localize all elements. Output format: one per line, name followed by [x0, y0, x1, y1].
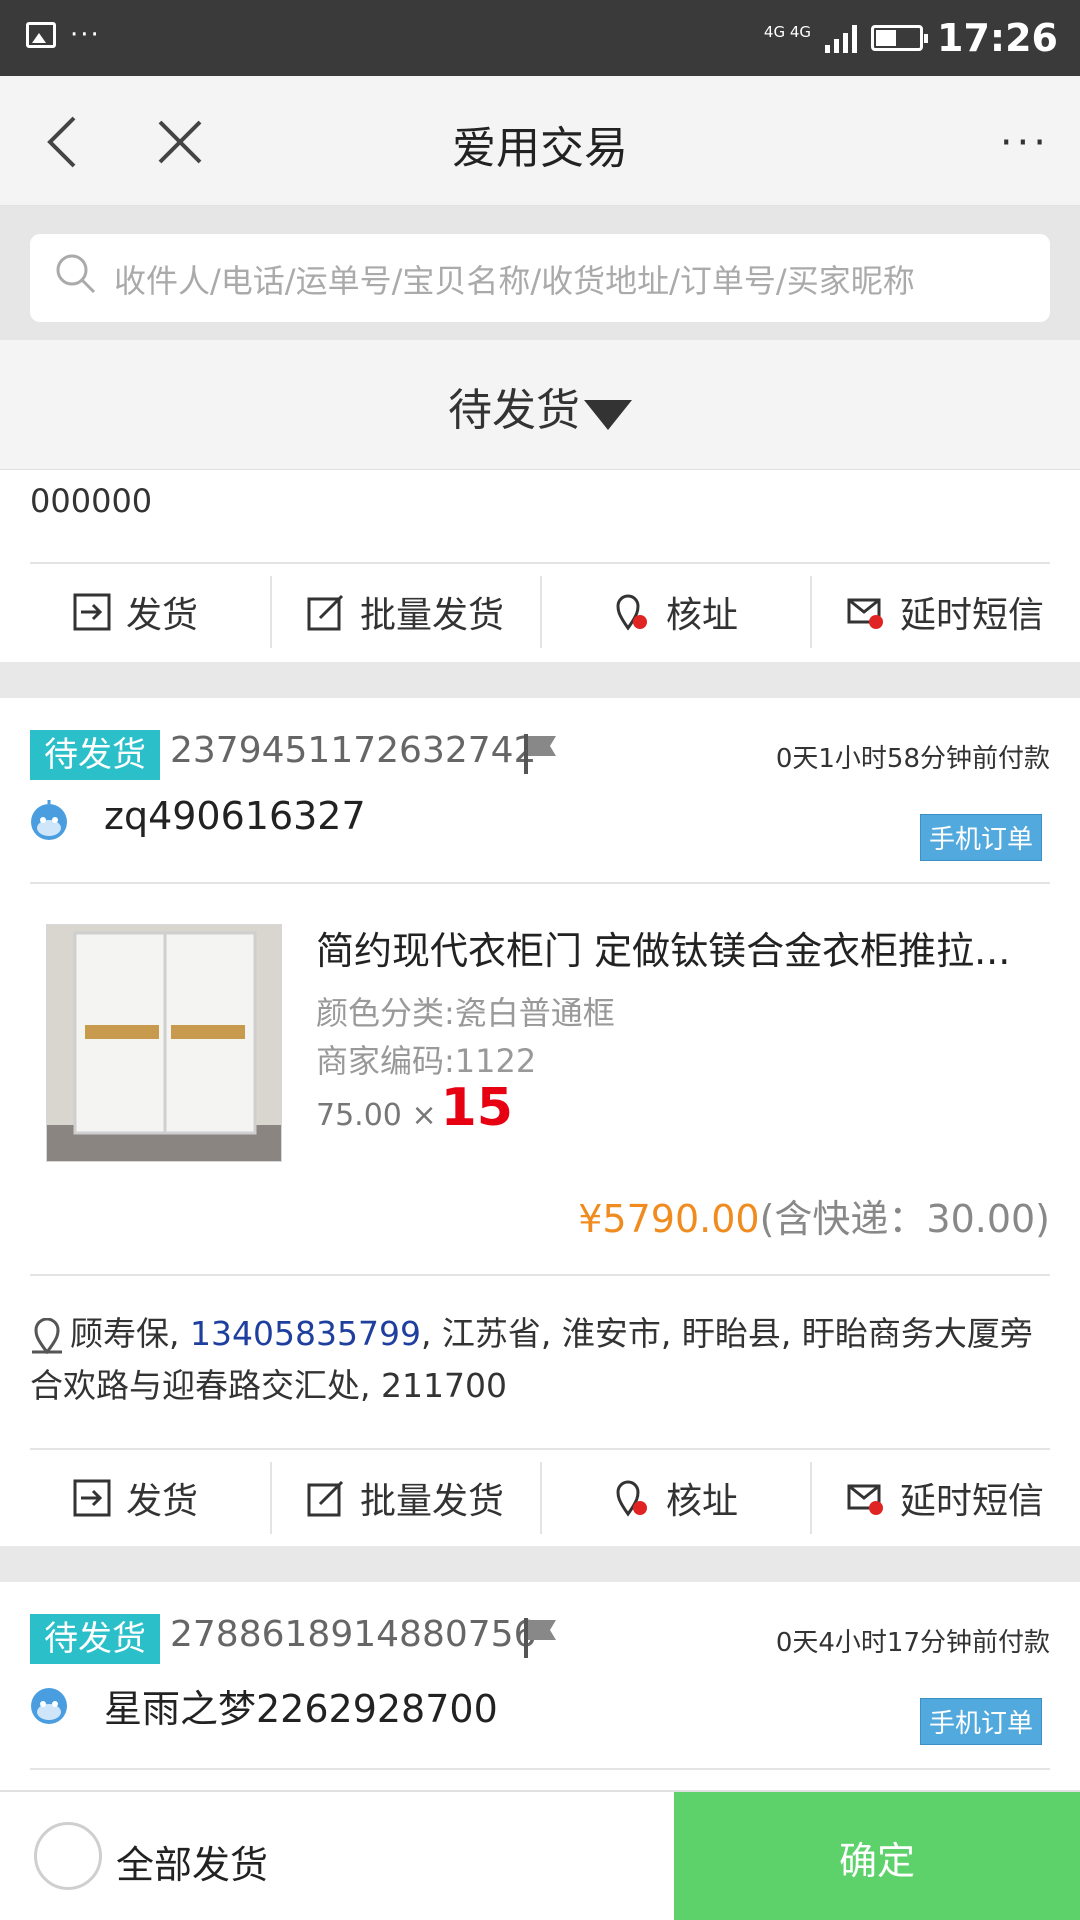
select-all-checkbox[interactable]	[34, 1822, 102, 1890]
mobile-order-badge: 手机订单	[919, 1698, 1042, 1745]
product-thumbnail[interactable]	[46, 924, 282, 1162]
ship-label: 发货	[125, 1481, 198, 1522]
ship-label: 发货	[125, 595, 198, 636]
search-input[interactable]: 收件人/电话/运单号/宝贝名称/收货地址/订单号/买家昵称	[30, 234, 1050, 322]
edit-icon	[307, 594, 344, 631]
status-filter[interactable]: 待发货	[0, 340, 1080, 470]
battery-icon	[871, 25, 929, 51]
verify-address-button[interactable]: 核址	[540, 1450, 810, 1546]
total-amount: ¥5790.00	[578, 1197, 760, 1241]
mobile-order-badge: 手机订单	[919, 814, 1042, 861]
batch-ship-button[interactable]: 批量发货	[270, 564, 540, 660]
recipient-phone[interactable]: 13405835799	[190, 1314, 421, 1353]
ship-button[interactable]: 发货	[0, 564, 270, 660]
shipping-note: (含快递：30.00)	[759, 1197, 1050, 1241]
buyer-nickname[interactable]: zq490616327	[104, 794, 366, 838]
address-postal-code: 000000	[30, 482, 153, 520]
quantity: 15	[440, 1078, 513, 1138]
edit-icon	[307, 1480, 344, 1517]
order-actions: 发货 批量发货 核址 延时短信	[0, 564, 1080, 660]
ship-icon	[73, 593, 111, 631]
order-actions: 发货 批量发货 核址 延时短信	[0, 1450, 1080, 1546]
merchant-code: 商家编码:1122	[316, 1042, 537, 1080]
verify-address-label: 核址	[665, 1481, 738, 1522]
image-notification-icon	[26, 22, 56, 48]
signal-icon	[825, 23, 858, 53]
payment-time: 0天4小时17分钟前付款	[775, 1628, 1050, 1658]
batch-ship-button[interactable]: 批量发货	[270, 1450, 540, 1546]
order-card-previous: 000000 发货 批量发货 核址 延时短信	[0, 470, 1080, 662]
order-card: 待发货 2788618914880756 0天4小时17分钟前付款 星雨之梦22…	[0, 1582, 1080, 1790]
payment-time: 0天1小时58分钟前付款	[775, 744, 1050, 774]
recipient-name: 顾寿保,	[70, 1314, 190, 1353]
mail-error-icon	[847, 1484, 883, 1515]
more-menu-icon[interactable]: ···	[1000, 123, 1050, 163]
delayed-sms-button[interactable]: 延时短信	[810, 1450, 1080, 1546]
order-total: ¥5790.00(含快递：30.00)	[578, 1188, 1050, 1243]
batch-ship-label: 批量发货	[359, 1481, 504, 1522]
order-card: 待发货 2379451172632742 0天1小时58分钟前付款 zq4906…	[0, 698, 1080, 1546]
product-color-attribute: 颜色分类:瓷白普通框	[316, 994, 615, 1032]
verify-address-button[interactable]: 核址	[540, 564, 810, 660]
nav-bar: 爱用交易 ···	[0, 76, 1080, 206]
buyer-avatar-icon	[31, 800, 67, 840]
order-number[interactable]: 2379451172632742	[170, 730, 536, 771]
dropdown-triangle-icon	[584, 400, 632, 430]
status-badge: 待发货	[30, 1614, 160, 1664]
ship-icon	[73, 1479, 111, 1517]
bottom-action-bar: 全部发货 确定	[0, 1790, 1080, 1920]
confirm-button[interactable]: 确定	[674, 1792, 1080, 1920]
price-quantity: 75.00 ×15	[316, 1078, 513, 1138]
location-error-icon	[616, 1480, 647, 1517]
quantity-separator: ×	[411, 1098, 437, 1133]
mail-error-icon	[847, 598, 883, 629]
search-bar: 收件人/电话/运单号/宝贝名称/收货地址/订单号/买家昵称	[0, 206, 1080, 340]
unit-price: 75.00	[316, 1098, 402, 1133]
shipping-address: 顾寿保, 13405835799, 江苏省, 淮安市, 盱眙县, 盱眙商务大厦旁…	[30, 1308, 1050, 1412]
filter-label: 待发货	[448, 385, 580, 436]
delayed-sms-label: 延时短信	[899, 595, 1044, 636]
buyer-nickname[interactable]: 星雨之梦2262928700	[104, 1678, 498, 1733]
network-type: 4G 4G	[763, 23, 812, 41]
page-title: 爱用交易	[452, 123, 628, 174]
status-bar: ··· 4G 4G 17:26	[0, 0, 1080, 76]
batch-ship-label: 批量发货	[359, 595, 504, 636]
clock: 17:26	[937, 16, 1058, 60]
search-icon	[56, 254, 96, 294]
status-badge: 待发货	[30, 730, 160, 780]
delayed-sms-label: 延时短信	[899, 1481, 1044, 1522]
location-pin-icon	[32, 1317, 62, 1354]
ship-button[interactable]: 发货	[0, 1450, 270, 1546]
buyer-avatar-icon	[31, 1688, 67, 1724]
location-error-icon	[616, 594, 647, 631]
more-notifications-icon: ···	[70, 20, 101, 50]
search-placeholder: 收件人/电话/运单号/宝贝名称/收货地址/订单号/买家昵称	[114, 262, 915, 300]
verify-address-label: 核址	[665, 595, 738, 636]
flag-icon[interactable]	[522, 1616, 562, 1660]
order-number[interactable]: 2788618914880756	[170, 1614, 536, 1655]
product-title[interactable]: 简约现代衣柜门 定做钛镁合金衣柜推拉...	[316, 920, 1056, 975]
select-all-label[interactable]: 全部发货	[116, 1834, 268, 1889]
flag-icon[interactable]	[522, 732, 562, 776]
delayed-sms-button[interactable]: 延时短信	[810, 564, 1080, 660]
